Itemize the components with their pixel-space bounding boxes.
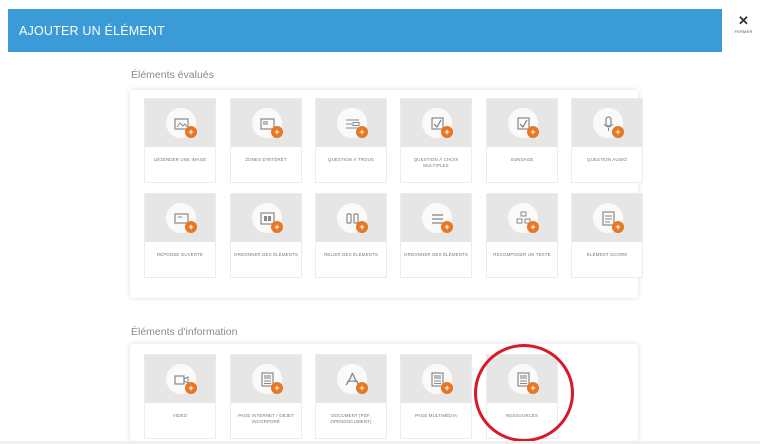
information-elements-panel: + VIDÉO + PAGE INTERNET / OBJET INCORPORÉ + D… [130,344,638,441]
card-thumbnail: + [487,99,557,147]
card-label: PAGE MULTIMÉDIA [414,413,458,418]
card-thumbnail: + [316,194,386,242]
element-card-ordonner-des-elements[interactable]: + ORDONNER DES ÉLÉMENTS [230,193,302,278]
card-thumbnail: + [231,355,301,403]
element-card-sondage[interactable]: + SONDAGE [486,98,558,183]
card-thumbnail: + [572,99,642,147]
element-card-recomposer-un-texte[interactable]: + RECOMPOSER UN TEXTE [486,193,558,278]
element-card-zones-d-interet[interactable]: + ZONES D'INTÉRÊT [230,98,302,183]
close-icon: ✕ [738,13,749,28]
dialog-header: AJOUTER UN ÉLÉMENT [8,9,722,52]
card-thumbnail: + [316,355,386,403]
card-label: ÉLÉMENT SCORM [586,252,628,257]
card-label: VIDÉO [172,413,188,418]
add-badge-icon: + [527,126,539,138]
card-thumbnail: + [487,355,557,403]
add-badge-icon: + [441,221,453,233]
card-label: RELIER DES ÉLÉMENTS [324,252,378,257]
add-badge-icon: + [271,221,283,233]
element-card-page-multimedia[interactable]: + PAGE MULTIMÉDIA [400,354,472,439]
card-label: SONDAGE [510,157,534,162]
element-card-element-scorm[interactable]: + ÉLÉMENT SCORM [571,193,643,278]
card-label: QUESTION AUDIO [587,157,627,162]
element-card-question-a-choix-multiples[interactable]: + QUESTION À CHOIX MULTIPLES [400,98,472,183]
add-badge-icon: + [185,221,197,233]
dialog-title: AJOUTER UN ÉLÉMENT [19,23,165,38]
card-thumbnail: + [145,355,215,403]
card-thumbnail: + [487,194,557,242]
card-label: QUESTION À TROUS [328,157,374,162]
add-badge-icon: + [527,382,539,394]
element-card-video[interactable]: + VIDÉO [144,354,216,439]
add-badge-icon: + [356,126,368,138]
add-badge-icon: + [612,221,624,233]
card-thumbnail: + [145,194,215,242]
card-label: ZONES D'INTÉRÊT [245,157,287,162]
card-label: ORDONNER DES ÉLÉMENTS [234,252,298,257]
section-title-information: Éléments d'information [131,326,238,338]
card-label: RECOMPOSER UN TEXTE [493,252,551,257]
add-badge-icon: + [356,221,368,233]
card-thumbnail: + [231,194,301,242]
add-badge-icon: + [185,126,197,138]
close-button[interactable]: ✕ FERMER [727,12,760,42]
element-card-page-internet-objet-incorpore[interactable]: + PAGE INTERNET / OBJET INCORPORÉ [230,354,302,439]
add-badge-icon: + [271,382,283,394]
element-card-ressources[interactable]: + RESSOURCES [486,354,558,439]
section-title-evaluated: Éléments évalués [131,69,214,81]
card-label: RESSOURCES [505,413,539,418]
card-label: RÉPONSE OUVERTE [156,252,204,257]
add-badge-icon: + [527,221,539,233]
add-badge-icon: + [441,382,453,394]
card-label: DOCUMENT (PDF, OPENDOCUMENT) [330,413,372,424]
evaluated-elements-panel: + LÉGENDER UNE IMAGE + ZONES D'INTÉRÊT + QUES… [130,90,643,298]
card-thumbnail: + [572,194,642,242]
element-card-question-a-trous[interactable]: + QUESTION À TROUS [315,98,387,183]
element-card-document-pdf-opendocument[interactable]: + DOCUMENT (PDF, OPENDOCUMENT) [315,354,387,439]
card-thumbnail: + [401,355,471,403]
add-badge-icon: + [185,382,197,394]
element-card-reponse-ouverte[interactable]: + RÉPONSE OUVERTE [144,193,216,278]
card-label: QUESTION À CHOIX MULTIPLES [413,157,459,168]
element-card-question-audio[interactable]: + QUESTION AUDIO [571,98,643,183]
card-thumbnail: + [401,99,471,147]
add-badge-icon: + [271,126,283,138]
card-thumbnail: + [316,99,386,147]
add-badge-icon: + [441,126,453,138]
close-label: FERMER [734,29,753,34]
element-card-legender-une-image[interactable]: + LÉGENDER UNE IMAGE [144,98,216,183]
card-label: PAGE INTERNET / OBJET INCORPORÉ [238,413,294,424]
element-card-relier-des-elements[interactable]: + RELIER DES ÉLÉMENTS [315,193,387,278]
element-card-ordonner-des-elements[interactable]: + ORDONNER DES ÉLÉMENTS [400,193,472,278]
card-thumbnail: + [145,99,215,147]
card-label: ORDONNER DES ÉLÉMENTS [404,252,468,257]
card-thumbnail: + [231,99,301,147]
card-label: LÉGENDER UNE IMAGE [153,157,207,162]
card-thumbnail: + [401,194,471,242]
add-badge-icon: + [612,126,624,138]
add-badge-icon: + [356,382,368,394]
